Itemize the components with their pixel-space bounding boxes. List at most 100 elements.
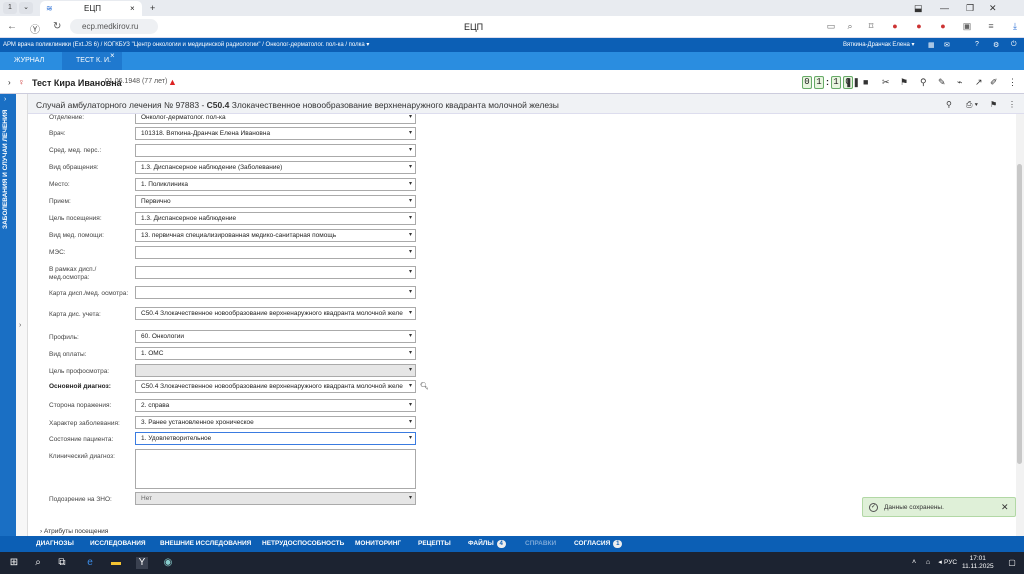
dropdown-arrow-icon: ▾ xyxy=(408,232,412,238)
edge-icon[interactable]: e xyxy=(84,557,96,569)
nav-disability[interactable]: Нетрудоспособность xyxy=(262,540,344,547)
visit-attributes-section[interactable]: › Атрибуты посещения xyxy=(40,528,108,535)
expand-chevron-icon[interactable]: › xyxy=(8,78,11,87)
diagnosis-search-icon[interactable]: 🔍︎ xyxy=(420,382,429,390)
task-view-icon[interactable]: ⧉ xyxy=(56,557,68,569)
notifications-icon[interactable]: ▢ xyxy=(1006,557,1018,569)
visit-type-select[interactable]: 1.3. Диспансерное наблюдение (Заболевани… xyxy=(135,161,416,174)
tab-patient[interactable]: Тест К. И. × xyxy=(62,51,122,70)
window-close-icon[interactable]: ✕ xyxy=(989,3,997,14)
pause-icon[interactable]: ❚❚ xyxy=(845,77,860,88)
scissors-icon[interactable]: ✂ xyxy=(882,77,890,88)
scrollbar-thumb[interactable] xyxy=(1017,164,1022,464)
nav-monitoring[interactable]: Мониторинг xyxy=(355,540,401,547)
bookmark-icon[interactable]: ⌑ xyxy=(866,21,876,31)
menu-icon[interactable]: ≡ xyxy=(986,21,996,31)
minimize-icon[interactable]: — xyxy=(940,3,949,13)
splitter-arrow-icon[interactable]: › xyxy=(19,322,21,329)
department-select[interactable]: Онколог-дерматолог. пол-ка ▾ xyxy=(135,114,416,124)
language-indicator[interactable]: РУС xyxy=(944,559,957,566)
zno-suspicion-select[interactable]: Нет ▾ xyxy=(135,492,416,505)
settings-icon[interactable]: ⚙ xyxy=(993,41,999,49)
collapse-arrow-icon[interactable]: › xyxy=(4,96,6,103)
more-icon[interactable]: ⋮ xyxy=(1008,77,1017,88)
diseases-side-panel[interactable]: › ЗАБОЛЕВАНИЯ И СЛУЧАИ ЛЕЧЕНИЯ xyxy=(0,94,16,536)
search-icon[interactable]: ⌕ xyxy=(32,557,44,569)
direction-icon[interactable]: ↗ xyxy=(975,77,983,88)
browser-tab-active[interactable]: ≋ ЕЦП × xyxy=(40,1,142,16)
payment-select[interactable]: 1. ОМС ▾ xyxy=(135,347,416,360)
pill-icon[interactable]: ⌁ xyxy=(957,77,962,88)
tab-journal[interactable]: Журнал xyxy=(14,52,44,70)
workplace-path[interactable]: АРМ врача поликлиники (Ext.JS 6) / КОГКБ… xyxy=(3,41,369,48)
user-menu[interactable]: Вяткина-Дранчак Елена ▾ xyxy=(843,41,915,48)
back-icon[interactable]: ← xyxy=(7,21,17,32)
flag-icon[interactable]: ⚑ xyxy=(900,77,908,88)
extensions-icon[interactable]: ⬓ xyxy=(914,3,923,14)
collections-icon[interactable]: ▣ xyxy=(962,21,972,31)
chat-icon[interactable]: ✉ xyxy=(944,41,950,49)
zoom-icon[interactable]: ⌕ xyxy=(845,21,855,31)
yandex-browser-icon[interactable]: Y xyxy=(136,557,148,569)
patient-state-select[interactable]: 1. Удовлетворительное ▾ xyxy=(135,432,416,445)
nav-consents[interactable]: Согласия 1 xyxy=(574,540,623,548)
help-icon[interactable]: ? xyxy=(975,41,979,48)
nav-research[interactable]: Исследования xyxy=(90,540,146,547)
tab-count-button[interactable]: 1 xyxy=(3,2,17,14)
close-tab-patient-icon[interactable]: × xyxy=(110,47,115,65)
person-icon[interactable]: ⚲ xyxy=(920,77,927,88)
network-icon[interactable]: ⌂ xyxy=(922,557,934,569)
profile-icon[interactable]: ● xyxy=(890,21,900,31)
side-splitter[interactable]: › xyxy=(16,94,28,536)
mes-select[interactable]: ▾ xyxy=(135,246,416,259)
warning-icon[interactable]: ▲ xyxy=(168,77,177,87)
dropdown-arrow-icon: ▾ xyxy=(408,383,412,389)
tray-chevron-icon[interactable]: ˄ xyxy=(908,557,920,569)
screen-icon[interactable]: ▭ xyxy=(826,21,836,31)
case-menu-icon[interactable]: ⋮ xyxy=(1008,100,1016,109)
stop-icon[interactable]: ■ xyxy=(863,77,868,87)
nav-external-research[interactable]: Внешние исследования xyxy=(160,540,251,547)
nav-diagnoses[interactable]: Диагнозы xyxy=(36,540,74,547)
tab-list-chevron-icon[interactable]: ⌄ xyxy=(19,2,33,14)
prof-purpose-select[interactable]: ▾ xyxy=(135,364,416,377)
downloads-icon[interactable]: ⤓ xyxy=(1010,21,1020,31)
alice-icon[interactable]: ● xyxy=(938,21,948,31)
app-icon[interactable]: ◉ xyxy=(162,557,174,569)
new-tab-icon[interactable]: + xyxy=(150,3,155,13)
doctor-select[interactable]: 101318. Вяткина-Дранчак Елена Ивановна ▾ xyxy=(135,127,416,140)
syringe-icon[interactable]: ✎ xyxy=(938,77,946,88)
care-type-select[interactable]: 13. первичная специализированная медико-… xyxy=(135,229,416,242)
close-tab-icon[interactable]: × xyxy=(130,4,135,13)
flag-case-icon[interactable]: ⚑ xyxy=(990,100,997,109)
place-select[interactable]: 1. Поликлиника ▾ xyxy=(135,178,416,191)
yandex-icon[interactable]: Ⓨ xyxy=(30,21,40,36)
nav-files[interactable]: Файлы 4 xyxy=(468,540,506,548)
system-clock[interactable]: 17:01 11.11.2025 xyxy=(962,555,994,571)
url-field[interactable]: ecp.medkirov.ru xyxy=(70,19,158,34)
reception-select[interactable]: Первично ▾ xyxy=(135,195,416,208)
disease-character-select[interactable]: 3. Ранее установленное хроническое ▾ xyxy=(135,416,416,429)
visit-purpose-select[interactable]: 1.3. Диспансерное наблюдение ▾ xyxy=(135,212,416,225)
restore-icon[interactable]: ❐ xyxy=(966,3,974,14)
protect-icon[interactable]: ● xyxy=(914,21,924,31)
user-edit-icon[interactable]: ⚲ xyxy=(946,100,952,109)
calendar-icon[interactable]: ▦ xyxy=(928,41,935,49)
windows-start-icon[interactable]: ⊞ xyxy=(8,557,20,569)
profile-select[interactable]: 60. Онкологии ▾ xyxy=(135,330,416,343)
disp-card-select[interactable]: ▾ xyxy=(135,286,416,299)
registry-card-select[interactable]: C50.4 Злокачественное новообразование ве… xyxy=(135,307,416,320)
reload-icon[interactable]: ↻ xyxy=(53,21,61,32)
file-explorer-icon[interactable]: ▬ xyxy=(110,557,122,569)
lesion-side-select[interactable]: 2. справа ▾ xyxy=(135,399,416,412)
logout-icon[interactable]: ⏻ xyxy=(1011,41,1017,49)
toast-close-icon[interactable]: ✕ xyxy=(1001,502,1009,513)
main-diagnosis-select[interactable]: C50.4 Злокачественное новообразование ве… xyxy=(135,380,416,393)
pen-icon[interactable]: ✐ xyxy=(990,77,998,88)
print-icon[interactable]: ⎙ ▾ xyxy=(966,100,978,110)
form-scrollbar[interactable] xyxy=(1016,114,1024,536)
disp-exam-select[interactable]: ▾ xyxy=(135,266,416,279)
nav-prescriptions[interactable]: Рецепты xyxy=(418,540,451,547)
mid-staff-select[interactable]: ▾ xyxy=(135,144,416,157)
clinical-diagnosis-textarea[interactable] xyxy=(135,449,416,489)
